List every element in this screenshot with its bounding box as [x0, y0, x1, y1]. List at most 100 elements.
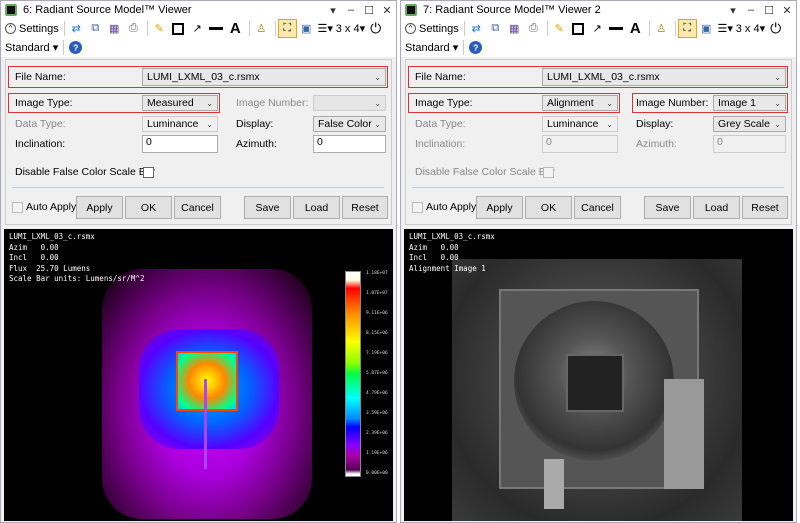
reset-button[interactable]: Reset	[742, 196, 788, 219]
led-die	[566, 354, 624, 412]
pencil-icon[interactable]: ✎	[151, 20, 168, 37]
minimize-button[interactable]: –	[342, 4, 360, 16]
inclination-input[interactable]: 0	[142, 135, 218, 153]
text-icon[interactable]: A	[227, 20, 244, 37]
auto-apply-label: Auto Apply	[26, 199, 76, 215]
display-label: Display:	[636, 116, 673, 132]
arrow-icon[interactable]: ↗	[189, 20, 206, 37]
fit-view-icon[interactable]: ⛶	[279, 20, 296, 37]
minimize-button[interactable]: –	[742, 4, 760, 16]
disable-scale-bar-checkbox[interactable]	[143, 167, 154, 178]
ok-button[interactable]: OK	[125, 196, 172, 219]
lead-trace	[544, 459, 564, 509]
image-number-combo[interactable]: ⌄	[313, 95, 386, 111]
lock-icon[interactable]: ♙	[253, 20, 270, 37]
auto-apply-checkbox[interactable]	[12, 202, 23, 213]
lead-pad	[664, 379, 704, 489]
standard-label: Standard	[405, 42, 450, 54]
divider	[12, 187, 384, 188]
print-icon[interactable]: ⎙	[125, 20, 142, 37]
viewer-window-1: 6: Radiant Source Model™ Viewer ▾ – ☐ ✕ …	[0, 0, 397, 523]
settings-toggle[interactable]: ^Settings	[5, 20, 59, 37]
power-icon[interactable]: ⏻	[767, 20, 784, 37]
dropdown-icon[interactable]: ▾	[724, 4, 742, 17]
standard-dropdown[interactable]: Standard ▾	[405, 39, 458, 56]
file-name-label: File Name:	[15, 68, 66, 86]
rectangle-icon[interactable]	[570, 20, 587, 37]
cancel-button[interactable]: Cancel	[174, 196, 221, 219]
display-combo[interactable]: Grey Scale⌄	[713, 116, 786, 132]
refresh-icon[interactable]: ⇄	[468, 20, 485, 37]
line-icon[interactable]	[208, 20, 225, 37]
load-button[interactable]: Load	[293, 196, 340, 219]
auto-apply-checkbox[interactable]	[412, 202, 423, 213]
maximize-button[interactable]: ☐	[760, 4, 778, 17]
display-value: False Color	[318, 118, 372, 130]
azimuth-label: Azimuth:	[236, 135, 277, 153]
azimuth-input[interactable]: 0	[313, 135, 386, 153]
image-number-value: Image 1	[718, 97, 756, 109]
image-number-combo[interactable]: Image 1⌄	[713, 95, 786, 111]
display-combo[interactable]: False Color⌄	[313, 116, 386, 132]
refresh-icon[interactable]: ⇄	[68, 20, 85, 37]
cancel-button[interactable]: Cancel	[574, 196, 621, 219]
settings-label: Settings	[19, 23, 59, 35]
grid-dropdown[interactable]: 3 x 4▾	[336, 20, 365, 37]
ok-button[interactable]: OK	[525, 196, 572, 219]
copy-icon[interactable]: ⧉	[87, 20, 104, 37]
dropdown-icon[interactable]: ▾	[324, 4, 342, 17]
settings-panel: File Name: LUMI_LXML_03_c.rsmx⌄ Image Ty…	[405, 59, 792, 225]
apply-button[interactable]: Apply	[76, 196, 123, 219]
settings-panel: File Name: LUMI_LXML_03_c.rsmx⌄ Image Ty…	[5, 59, 392, 225]
data-type-value: Luminance	[547, 118, 598, 130]
data-type-combo[interactable]: Luminance⌄	[542, 116, 618, 132]
load-button[interactable]: Load	[693, 196, 740, 219]
close-button[interactable]: ✕	[778, 4, 796, 17]
window-title: 7: Radiant Source Model™ Viewer 2	[423, 4, 724, 16]
toolbar: ^Settings ⇄ ⧉ ▦ ⎙ ✎ ↗ A ♙ ⛶ ▣ ☰▾ 3 x 4▾ …	[401, 19, 796, 57]
fit-view-icon[interactable]: ⛶	[679, 20, 696, 37]
copy-icon[interactable]: ⧉	[487, 20, 504, 37]
settings-toggle[interactable]: ^Settings	[405, 20, 459, 37]
reset-button[interactable]: Reset	[342, 196, 388, 219]
file-name-combo[interactable]: LUMI_LXML_03_c.rsmx⌄	[542, 68, 786, 86]
close-button[interactable]: ✕	[378, 4, 396, 17]
arrow-icon[interactable]: ↗	[589, 20, 606, 37]
settings-label: Settings	[419, 23, 459, 35]
standard-dropdown[interactable]: Standard ▾	[5, 39, 58, 56]
pencil-icon[interactable]: ✎	[551, 20, 568, 37]
lock-icon[interactable]: ♙	[653, 20, 670, 37]
line-icon[interactable]	[608, 20, 625, 37]
image-viewport[interactable]: LUMI_LXML_03_c.rsmx Azim 0.00 Incl 0.00 …	[4, 229, 393, 521]
save-image-icon[interactable]: ▦	[506, 20, 523, 37]
file-name-combo[interactable]: LUMI_LXML_03_c.rsmx⌄	[142, 68, 386, 86]
scale-label: 1.19E+06	[366, 451, 388, 456]
window-icon[interactable]: ▣	[698, 20, 715, 37]
save-button[interactable]: Save	[644, 196, 691, 219]
rectangle-icon[interactable]	[170, 20, 187, 37]
image-type-combo[interactable]: Measured⌄	[142, 95, 218, 111]
grid-dropdown[interactable]: 3 x 4▾	[736, 20, 765, 37]
layers-dropdown-icon[interactable]: ☰▾	[317, 20, 334, 37]
layers-dropdown-icon[interactable]: ☰▾	[717, 20, 734, 37]
help-icon[interactable]: ?	[467, 39, 484, 56]
save-button[interactable]: Save	[244, 196, 291, 219]
window-title: 6: Radiant Source Model™ Viewer	[23, 4, 324, 16]
data-type-value: Luminance	[147, 118, 198, 130]
disable-scale-bar-checkbox[interactable]	[543, 167, 554, 178]
print-icon[interactable]: ⎙	[525, 20, 542, 37]
maximize-button[interactable]: ☐	[360, 4, 378, 17]
window-icon[interactable]: ▣	[298, 20, 315, 37]
data-type-combo[interactable]: Luminance⌄	[142, 116, 218, 132]
save-image-icon[interactable]: ▦	[106, 20, 123, 37]
text-icon[interactable]: A	[627, 20, 644, 37]
standard-label: Standard	[5, 42, 50, 54]
help-icon[interactable]: ?	[67, 39, 84, 56]
inclination-input[interactable]: 0	[542, 135, 618, 153]
image-viewport[interactable]: LUMI_LXML_03_c.rsmx Azim 0.00 Incl 0.00 …	[404, 229, 793, 521]
power-icon[interactable]: ⏻	[367, 20, 384, 37]
apply-button[interactable]: Apply	[476, 196, 523, 219]
azimuth-input[interactable]: 0	[713, 135, 786, 153]
toolbar: ^Settings ⇄ ⧉ ▦ ⎙ ✎ ↗ A ♙ ⛶ ▣ ☰▾ 3 x 4▾ …	[1, 19, 396, 57]
image-type-combo[interactable]: Alignment⌄	[542, 95, 618, 111]
